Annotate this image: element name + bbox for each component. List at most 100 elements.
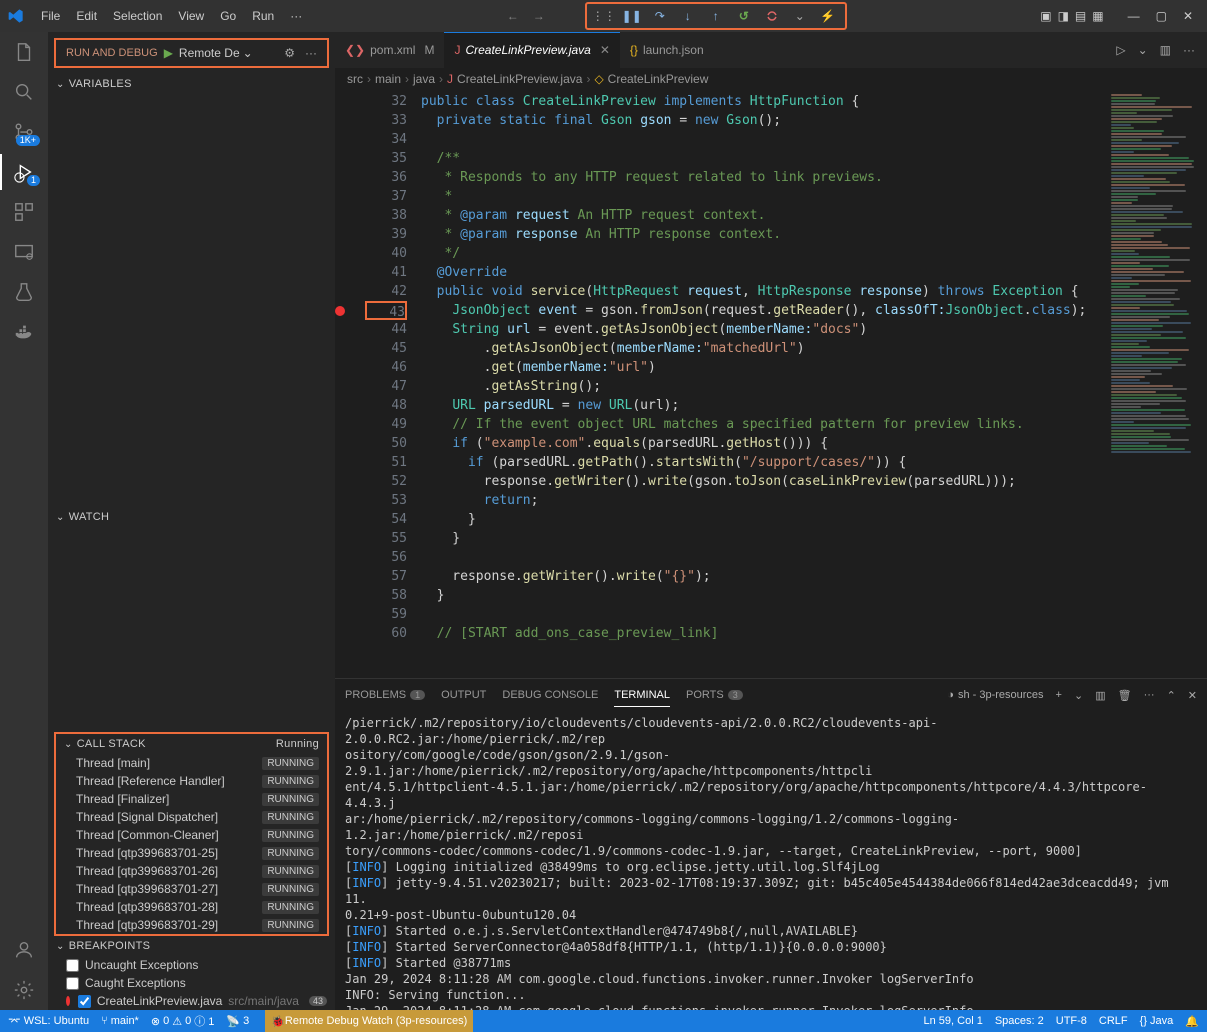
restart-icon[interactable]: ↺	[737, 9, 751, 23]
hot-reload-icon[interactable]: ⚡	[821, 9, 835, 23]
menu-go[interactable]: Go	[213, 6, 243, 26]
search-icon[interactable]	[12, 80, 36, 104]
term-terminal[interactable]: TERMINAL	[614, 683, 670, 707]
gutter[interactable]: 3233343536373839404142434445464748495051…	[365, 90, 415, 678]
step-over-icon[interactable]: ↷	[653, 9, 667, 23]
thread-row[interactable]: Thread [Reference Handler]RUNNING	[56, 772, 327, 790]
maximize-icon[interactable]: ▢	[1156, 9, 1167, 23]
sb-spaces[interactable]: Spaces: 2	[995, 1015, 1044, 1028]
sb-errors[interactable]: ⊗ 0 ⚠ 0 ⓘ 1	[151, 1013, 215, 1029]
plus-icon[interactable]: +	[1056, 689, 1062, 701]
tab-pom[interactable]: ❮❯pom.xmlM	[335, 32, 444, 68]
launch-config-select[interactable]: Remote De ⌄	[179, 46, 274, 60]
chevron-down-icon[interactable]: ⌄	[1138, 43, 1148, 57]
nav-forward-icon[interactable]: →	[529, 9, 549, 23]
thread-row[interactable]: Thread [qtp399683701-28]RUNNING	[56, 898, 327, 916]
debug-toolbar: ⋮⋮ ❚❚ ↷ ↓ ↑ ↺ ⌄ ⚡	[585, 2, 847, 30]
layout-icon[interactable]: ▦	[1092, 9, 1103, 23]
run-icon[interactable]: ▷	[1116, 43, 1125, 57]
more-icon[interactable]: ···	[1183, 43, 1195, 57]
close-icon[interactable]: ✕	[1188, 689, 1197, 702]
callstack-header[interactable]: ⌄CALL STACKRunning	[56, 734, 327, 754]
class-icon: ◇	[594, 72, 603, 86]
stop-icon[interactable]	[765, 9, 779, 23]
sb-remote[interactable]: ⌤WSL: Ubuntu	[8, 1015, 89, 1028]
settings-icon[interactable]	[12, 978, 36, 1002]
breadcrumb[interactable]: src› main› java› J CreateLinkPreview.jav…	[335, 68, 1207, 90]
term-output[interactable]: OUTPUT	[441, 683, 486, 707]
thread-row[interactable]: Thread [Signal Dispatcher]RUNNING	[56, 808, 327, 826]
sb-watch[interactable]: 🐞 Remote Debug Watch (3p-resources)	[265, 1010, 473, 1032]
account-icon[interactable]	[12, 938, 36, 962]
sb-lang[interactable]: {} Java	[1140, 1015, 1174, 1028]
sb-pos[interactable]: Ln 59, Col 1	[924, 1015, 983, 1028]
menu-view[interactable]: View	[171, 6, 211, 26]
chevron-down-icon[interactable]: ⌄	[793, 9, 807, 23]
thread-row[interactable]: Thread [qtp399683701-26]RUNNING	[56, 862, 327, 880]
tab-active[interactable]: JCreateLinkPreview.java✕	[444, 32, 619, 68]
activity-bar: 1K+ 1	[0, 32, 48, 1010]
menu-run[interactable]: Run	[245, 6, 281, 26]
minimize-icon[interactable]: —	[1128, 9, 1140, 23]
sb-enc[interactable]: UTF-8	[1056, 1015, 1087, 1028]
term-ports[interactable]: PORTS3	[686, 683, 743, 707]
split-icon[interactable]: ▥	[1095, 689, 1105, 702]
thread-row[interactable]: Thread [Common-Cleaner]RUNNING	[56, 826, 327, 844]
scm-icon[interactable]: 1K+	[12, 120, 36, 144]
code-editor[interactable]: public class CreateLinkPreview implement…	[415, 90, 1103, 678]
step-into-icon[interactable]: ↓	[681, 9, 695, 23]
thread-row[interactable]: Thread [qtp399683701-27]RUNNING	[56, 880, 327, 898]
sb-bell-icon[interactable]: 🔔	[1185, 1015, 1199, 1028]
layout-icon[interactable]: ▣	[1040, 9, 1051, 23]
sb-ports[interactable]: 📡 3	[226, 1015, 249, 1028]
more-icon[interactable]: ···	[305, 46, 317, 60]
trash-icon[interactable]: 🗑	[1118, 689, 1132, 702]
bp-file[interactable]: CreateLinkPreview.javasrc/main/java43	[48, 992, 335, 1010]
tab-launch[interactable]: {}launch.json	[620, 32, 714, 68]
bp-uncaught[interactable]: Uncaught Exceptions	[48, 956, 335, 974]
chevron-up-icon[interactable]: ⌃	[1167, 689, 1176, 702]
terminal-content[interactable]: /pierrick/.m2/repository/io/cloudevents/…	[335, 711, 1207, 1010]
thread-row[interactable]: Thread [qtp399683701-29]RUNNING	[56, 916, 327, 934]
split-icon[interactable]: ▥	[1160, 43, 1171, 57]
variables-section[interactable]: ⌄VARIABLES	[48, 74, 335, 94]
term-debug[interactable]: DEBUG CONSOLE	[502, 683, 598, 707]
drag-handle-icon[interactable]: ⋮⋮	[597, 9, 611, 23]
gear-icon[interactable]: ⚙	[284, 46, 295, 60]
remote-icon[interactable]	[12, 240, 36, 264]
chevron-down-icon[interactable]: ⌄	[1074, 689, 1083, 702]
test-icon[interactable]	[12, 280, 36, 304]
close-icon[interactable]: ✕	[1183, 9, 1193, 23]
menu-edit[interactable]: Edit	[69, 6, 104, 26]
layout-icon[interactable]: ◨	[1058, 9, 1069, 23]
menu-file[interactable]: File	[34, 6, 67, 26]
sb-branch[interactable]: ⑂main*	[101, 1015, 139, 1027]
start-debug-icon[interactable]: ▶	[164, 46, 173, 60]
pause-icon[interactable]: ❚❚	[625, 9, 639, 23]
docker-icon[interactable]	[12, 320, 36, 344]
bp-caught[interactable]: Caught Exceptions	[48, 974, 335, 992]
step-out-icon[interactable]: ↑	[709, 9, 723, 23]
menu-selection[interactable]: Selection	[106, 6, 169, 26]
extensions-icon[interactable]	[12, 200, 36, 224]
explorer-icon[interactable]	[12, 40, 36, 64]
menu-bar: File Edit Selection View Go Run ···	[34, 6, 309, 26]
thread-row[interactable]: Thread [Finalizer]RUNNING	[56, 790, 327, 808]
breakpoints-section[interactable]: ⌄BREAKPOINTS	[48, 936, 335, 956]
checkbox[interactable]	[66, 977, 79, 990]
debug-icon[interactable]: 1	[12, 160, 36, 184]
term-shell[interactable]: ◑sh - 3p-resources	[947, 689, 1043, 701]
checkbox[interactable]	[78, 995, 91, 1008]
nav-back-icon[interactable]: ←	[503, 9, 523, 23]
minimap[interactable]	[1107, 90, 1207, 678]
thread-row[interactable]: Thread [main]RUNNING	[56, 754, 327, 772]
more-icon[interactable]: ···	[1144, 689, 1155, 701]
watch-section[interactable]: ⌄WATCH	[48, 507, 335, 527]
thread-row[interactable]: Thread [qtp399683701-25]RUNNING	[56, 844, 327, 862]
term-problems[interactable]: PROBLEMS1	[345, 683, 425, 707]
checkbox[interactable]	[66, 959, 79, 972]
layout-icon[interactable]: ▤	[1075, 9, 1086, 23]
menu-more[interactable]: ···	[283, 6, 309, 26]
sb-eol[interactable]: CRLF	[1099, 1015, 1128, 1028]
close-icon[interactable]: ✕	[600, 43, 610, 57]
